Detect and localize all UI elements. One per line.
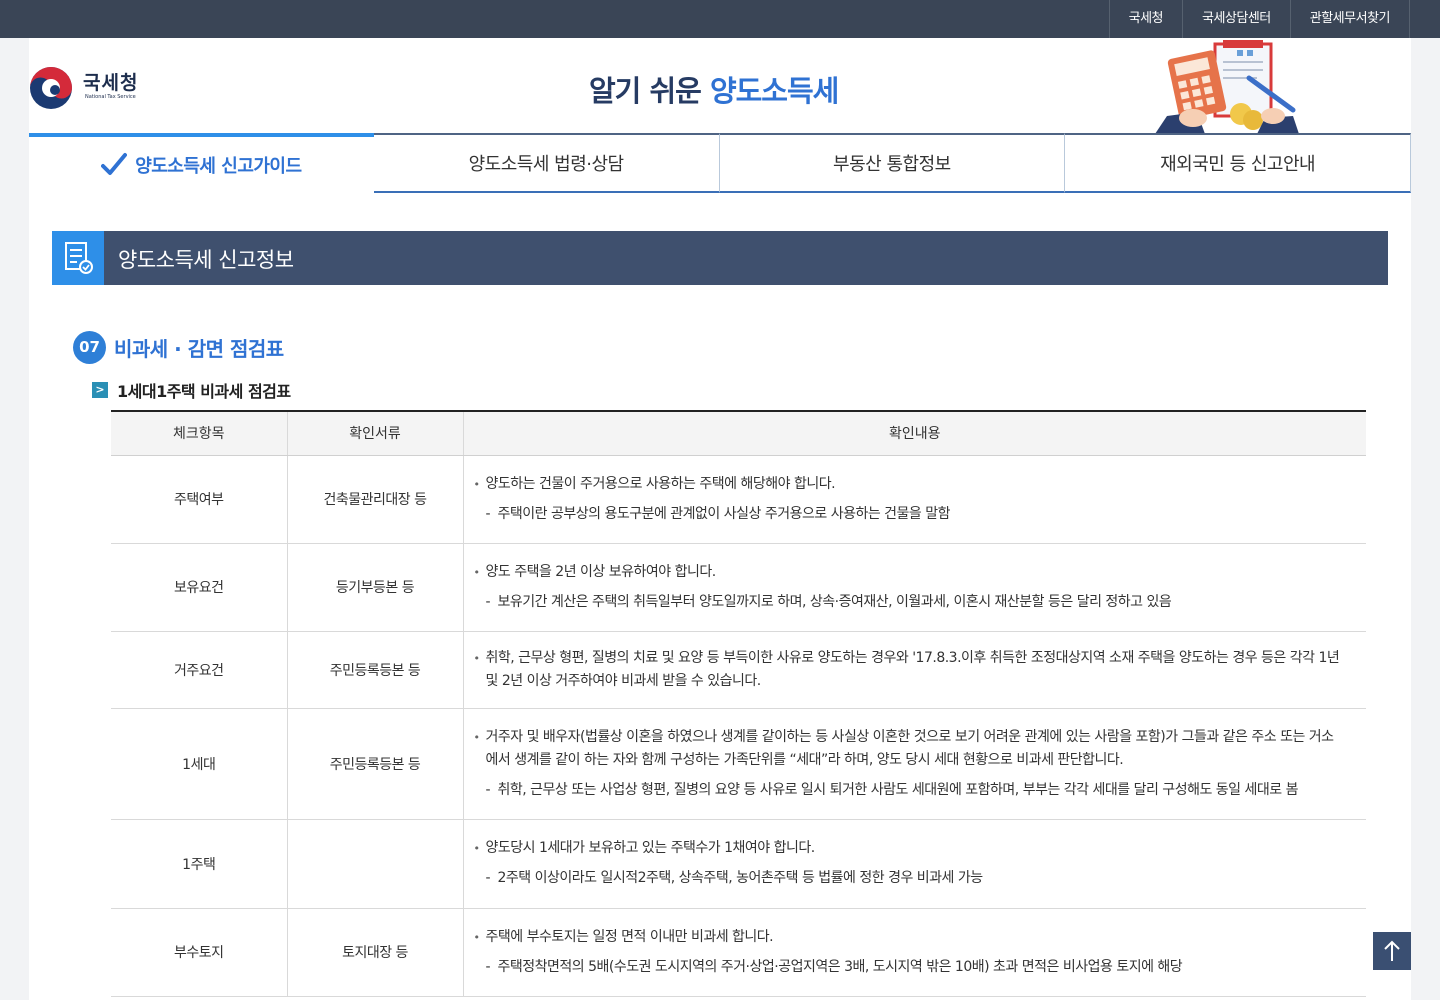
detail-note: 보유기간 계산은 주택의 취득일부터 양도일까지로 하며, 상속·증여재산, 이… [474, 591, 1343, 614]
detail-note: 2주택 이상이라도 일시적2주택, 상속주택, 농어촌주택 등 법률에 정한 경… [474, 867, 1343, 890]
check-document: 주민등록등본 등 [287, 631, 464, 709]
tab-label: 양도소득세 법령·상담 [468, 154, 624, 175]
nts-logo[interactable]: 국세청 National Tax Service [29, 64, 159, 110]
tab-label: 양도소득세 신고가이드 [135, 156, 302, 177]
check-item: 거주요건 [111, 631, 288, 709]
top-link-find-tax-office[interactable]: 관할세무서찾기 [1289, 0, 1410, 38]
detail-main: 취학, 근무상 형편, 질병의 치료 및 요양 등 부득이한 사유로 양도하는 … [474, 647, 1343, 693]
check-detail: 거주자 및 배우자(법률상 이혼을 하였으나 생계를 같이하는 등 사실상 이혼… [463, 708, 1366, 820]
check-document: 건축물관리대장 등 [287, 455, 464, 544]
column-header: 확인내용 [463, 411, 1366, 456]
table-title: 1세대1주택 비과세 점검표 [117, 382, 291, 401]
document-check-icon [65, 242, 93, 274]
detail-note: 주택이란 공부상의 용도구분에 관계없이 사실상 주거용으로 사용하는 건물을 … [474, 503, 1343, 526]
detail-main: 양도하는 건물이 주거용으로 사용하는 주택에 해당해야 합니다. [474, 473, 1343, 496]
column-header: 체크항목 [111, 411, 288, 456]
detail-note: 주택정착면적의 5배(수도권 도시지역의 주거·상업·공업지역은 3배, 도시지… [474, 956, 1343, 979]
top-links: 국세청 국세상담센터 관할세무서찾기 [1108, 0, 1410, 38]
subsection-number-badge: 07 [73, 330, 106, 364]
subsection-heading: 07 비과세 · 감면 점검표 [73, 330, 284, 364]
tab-report-guide[interactable]: 양도소득세 신고가이드 [29, 133, 374, 193]
site-title-prefix: 알기 쉬운 [589, 74, 702, 108]
logo-text-ko: 국세청 [83, 72, 139, 94]
top-link-counsel-center[interactable]: 국세상담센터 [1182, 0, 1290, 38]
top-link-nts[interactable]: 국세청 [1108, 0, 1182, 38]
tab-overseas-guide[interactable]: 재외국민 등 신고안내 [1065, 133, 1411, 193]
arrow-up-icon [1384, 940, 1400, 961]
check-detail: 양도당시 1세대가 보유하고 있는 주택수가 1채여야 합니다. 2주택 이상이… [463, 819, 1366, 909]
check-item: 보유요건 [111, 543, 288, 632]
detail-main: 양도당시 1세대가 보유하고 있는 주택수가 1채여야 합니다. [474, 837, 1343, 860]
check-document: 등기부등본 등 [287, 543, 464, 632]
check-item: 1주택 [111, 819, 288, 909]
check-document: 토지대장 등 [287, 908, 464, 997]
table-heading: > 1세대1주택 비과세 점검표 [92, 380, 291, 401]
tab-label: 부동산 통합정보 [833, 154, 951, 175]
check-detail: 주택에 부수토지는 일정 면적 이내만 비과세 합니다. 주택정착면적의 5배(… [463, 908, 1366, 997]
taegeuk-logo-icon [30, 67, 72, 109]
detail-main: 양도 주택을 2년 이상 보유하여야 합니다. [474, 561, 1343, 584]
section-title: 양도소득세 신고정보 [118, 248, 294, 272]
calculator-document-illustration [1155, 40, 1299, 134]
section-icon-box [52, 231, 104, 285]
check-detail: 양도하는 건물이 주거용으로 사용하는 주택에 해당해야 합니다. 주택이란 공… [463, 455, 1366, 544]
check-item: 부수토지 [111, 908, 288, 997]
check-detail: 취학, 근무상 형편, 질병의 치료 및 요양 등 부득이한 사유로 양도하는 … [463, 631, 1366, 709]
tab-law-consult[interactable]: 양도소득세 법령·상담 [373, 133, 720, 193]
main-tabs: 양도소득세 신고가이드 양도소득세 법령·상담 부동산 통합정보 재외국민 등 … [29, 133, 1411, 193]
column-header: 확인서류 [287, 411, 464, 456]
detail-main: 거주자 및 배우자(법률상 이혼을 하였으나 생계를 같이하는 등 사실상 이혼… [474, 726, 1343, 772]
check-item: 주택여부 [111, 455, 288, 544]
check-item: 1세대 [111, 708, 288, 820]
tab-label: 재외국민 등 신고안내 [1160, 154, 1316, 175]
checkmark-icon [101, 153, 128, 175]
logo-text-en: National Tax Service [85, 94, 136, 100]
subsection-title: 비과세 · 감면 점검표 [114, 336, 284, 361]
detail-main: 주택에 부수토지는 일정 면적 이내만 비과세 합니다. [474, 926, 1343, 949]
section-header: 양도소득세 신고정보 [52, 231, 1388, 285]
table-row: 부수토지 토지대장 등 주택에 부수토지는 일정 면적 이내만 비과세 합니다.… [111, 908, 1366, 997]
check-document [287, 819, 464, 909]
checklist-table: 체크항목 확인서류 확인내용 주택여부 건축물관리대장 등 양도하는 건물이 주… [111, 410, 1366, 997]
page-container: 국세청 National Tax Service 알기 쉬운 양도소득세 양도소… [29, 38, 1411, 1000]
table-row: 거주요건 주민등록등본 등 취학, 근무상 형편, 질병의 치료 및 요양 등 … [111, 631, 1366, 709]
table-row: 보유요건 등기부등본 등 양도 주택을 2년 이상 보유하여야 합니다. 보유기… [111, 543, 1366, 632]
site-title: 알기 쉬운 양도소득세 [589, 68, 839, 110]
site-title-highlight: 양도소득세 [709, 74, 839, 108]
scroll-to-top-button[interactable] [1373, 932, 1411, 970]
table-row: 1주택 양도당시 1세대가 보유하고 있는 주택수가 1채여야 합니다. 2주택… [111, 819, 1366, 909]
check-document: 주민등록등본 등 [287, 708, 464, 820]
chevron-right-icon: > [92, 382, 108, 398]
detail-note: 취학, 근무상 또는 사업상 형편, 질병의 요양 등 사유로 일시 퇴거한 사… [474, 779, 1343, 802]
table-row: 1세대 주민등록등본 등 거주자 및 배우자(법률상 이혼을 하였으나 생계를 … [111, 708, 1366, 820]
check-detail: 양도 주택을 2년 이상 보유하여야 합니다. 보유기간 계산은 주택의 취득일… [463, 543, 1366, 632]
table-row: 주택여부 건축물관리대장 등 양도하는 건물이 주거용으로 사용하는 주택에 해… [111, 455, 1366, 544]
table-header-row: 체크항목 확인서류 확인내용 [111, 411, 1366, 456]
top-bar: 국세청 국세상담센터 관할세무서찾기 [0, 0, 1440, 38]
tab-real-estate-info[interactable]: 부동산 통합정보 [719, 133, 1066, 193]
